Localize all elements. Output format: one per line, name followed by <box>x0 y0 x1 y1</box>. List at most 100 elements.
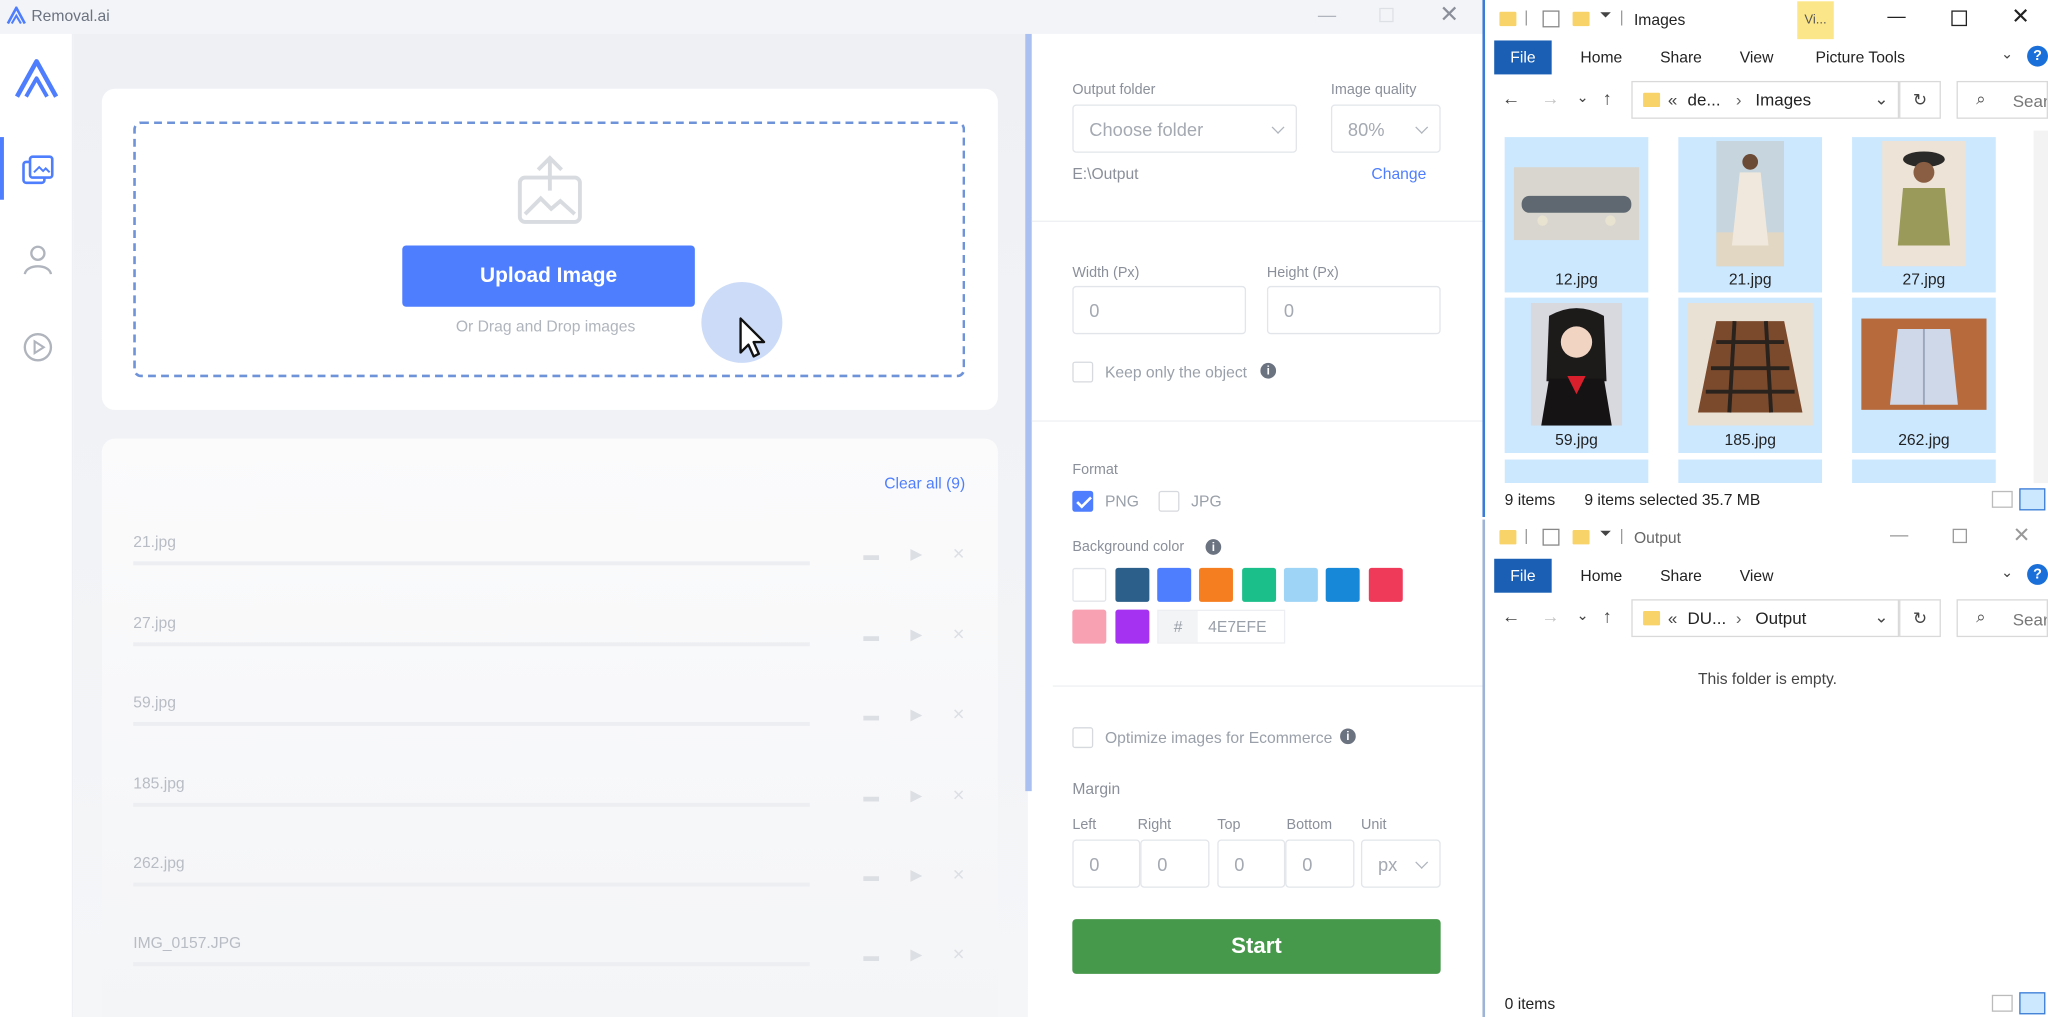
large-icons-view-icon[interactable] <box>2019 488 2046 511</box>
ribbon-share-tab[interactable]: Share <box>1660 48 1702 66</box>
up-arrow-icon[interactable]: ↑ <box>1603 87 1612 108</box>
minimize-button[interactable]: — <box>1318 4 1336 25</box>
format-jpg-checkbox[interactable] <box>1158 490 1180 512</box>
details-view-icon[interactable] <box>1991 994 2013 1012</box>
color-swatch[interactable] <box>1072 567 1107 602</box>
image-quality-select[interactable]: 80% <box>1330 104 1441 153</box>
color-swatch[interactable] <box>1072 609 1107 644</box>
hex-input[interactable]: # 4E7EFE <box>1157 609 1286 644</box>
play-icon[interactable]: ▶ <box>910 945 922 963</box>
search-input[interactable]: ⌕ Search <box>1956 599 2048 638</box>
format-png-checkbox[interactable] <box>1072 490 1094 512</box>
breadcrumb-current[interactable]: Output <box>1755 608 1806 628</box>
ribbon-expand-icon[interactable]: ⌄ <box>2001 564 2013 581</box>
recent-locations-icon[interactable]: ⌄ <box>1576 89 1588 106</box>
remove-icon[interactable]: ✕ <box>952 544 965 562</box>
sidebar-item-video-icon[interactable] <box>22 332 53 363</box>
color-swatch[interactable] <box>1115 609 1150 644</box>
ribbon-view-tab[interactable]: View <box>1740 48 1774 66</box>
ribbon-file-tab[interactable]: File <box>1494 558 1552 593</box>
remove-icon[interactable]: ✕ <box>952 866 965 884</box>
help-icon[interactable]: ? <box>2027 563 2048 585</box>
play-icon[interactable]: ▶ <box>910 705 922 723</box>
info-icon[interactable]: i <box>1205 539 1222 555</box>
breadcrumb-overflow-icon[interactable]: « <box>1668 90 1677 110</box>
thumbnail-item[interactable]: 59.jpg <box>1504 297 1649 454</box>
breadcrumb-parent[interactable]: DU... <box>1688 608 1727 628</box>
breadcrumb-current[interactable]: Images <box>1755 90 1811 110</box>
quick-access-dropdown-icon[interactable]: ⏷ <box>1600 526 1612 543</box>
margin-right-input[interactable]: 0 <box>1140 839 1210 888</box>
ribbon-picture-tools-tab[interactable]: Picture Tools <box>1816 48 1905 66</box>
forward-arrow-icon[interactable]: → <box>1541 87 1559 108</box>
height-input[interactable]: 0 <box>1266 285 1441 335</box>
maximize-button[interactable] <box>1379 7 1394 23</box>
address-bar[interactable]: « DU... › Output ⌄ <box>1631 599 1900 638</box>
help-icon[interactable]: ? <box>2027 45 2048 67</box>
properties-icon[interactable] <box>1542 10 1560 28</box>
margin-left-input[interactable]: 0 <box>1072 839 1141 888</box>
margin-top-input[interactable]: 0 <box>1217 839 1286 888</box>
close-button[interactable]: ✕ <box>1439 1 1459 28</box>
play-icon[interactable]: ▶ <box>910 544 922 562</box>
new-folder-icon[interactable] <box>1572 11 1590 27</box>
play-icon[interactable]: ▶ <box>910 786 922 804</box>
back-arrow-icon[interactable]: ← <box>1502 87 1520 108</box>
properties-icon[interactable] <box>1542 528 1560 546</box>
color-swatch[interactable] <box>1283 567 1318 602</box>
maximize-button[interactable] <box>1951 10 1968 27</box>
info-icon[interactable]: i <box>1340 728 1356 745</box>
clear-all-link[interactable]: Clear all (9) <box>884 474 965 492</box>
open-folder-icon[interactable]: ▬ <box>863 706 879 724</box>
ribbon-view-tab[interactable]: View <box>1740 567 1774 585</box>
ribbon-file-tab[interactable]: File <box>1494 40 1552 75</box>
play-icon[interactable]: ▶ <box>910 866 922 884</box>
breadcrumb-parent[interactable]: de... <box>1688 90 1721 110</box>
ribbon-expand-icon[interactable]: ⌄ <box>2001 46 2013 63</box>
color-swatch[interactable] <box>1199 567 1233 602</box>
keep-object-checkbox[interactable] <box>1072 361 1094 383</box>
thumbnail-item[interactable]: 21.jpg <box>1678 137 1823 293</box>
change-folder-link[interactable]: Change <box>1371 164 1426 182</box>
chevron-down-icon[interactable]: ⌄ <box>1874 89 1888 110</box>
sidebar-item-person-icon[interactable] <box>22 243 56 277</box>
back-arrow-icon[interactable]: ← <box>1502 606 1520 627</box>
width-input[interactable]: 0 <box>1072 285 1247 335</box>
remove-icon[interactable]: ✕ <box>952 786 965 804</box>
thumbnail-item[interactable]: 185.jpg <box>1678 297 1823 454</box>
sidebar-item-images-icon[interactable] <box>21 154 55 188</box>
color-swatch[interactable] <box>1115 567 1150 602</box>
recent-locations-icon[interactable]: ⌄ <box>1576 607 1588 624</box>
open-folder-icon[interactable]: ▬ <box>863 787 879 805</box>
optimize-ecommerce-checkbox[interactable] <box>1072 727 1094 749</box>
new-folder-icon[interactable] <box>1572 530 1590 545</box>
search-input[interactable]: ⌕ Search <box>1956 80 2048 119</box>
thumbnail-item[interactable]: 12.jpg <box>1504 137 1649 293</box>
remove-icon[interactable]: ✕ <box>952 625 965 643</box>
minimize-button[interactable]: — <box>1890 524 1908 545</box>
open-folder-icon[interactable]: ▬ <box>863 867 879 885</box>
forward-arrow-icon[interactable]: → <box>1541 606 1559 627</box>
refresh-button[interactable]: ↻ <box>1899 599 1941 638</box>
address-bar[interactable]: « de... › Images ⌄ <box>1631 80 1900 119</box>
up-arrow-icon[interactable]: ↑ <box>1603 606 1612 627</box>
chevron-down-icon[interactable]: ⌄ <box>1874 607 1888 628</box>
color-swatch[interactable] <box>1242 567 1277 602</box>
color-swatch[interactable] <box>1325 567 1360 602</box>
close-button[interactable]: ✕ <box>2013 522 2031 548</box>
open-folder-icon[interactable]: ▬ <box>863 627 879 645</box>
margin-bottom-input[interactable]: 0 <box>1285 839 1355 888</box>
thumbnail-item[interactable]: 262.jpg <box>1852 297 1996 454</box>
start-button[interactable]: Start <box>1072 919 1441 974</box>
minimize-button[interactable]: — <box>1887 5 1905 26</box>
large-icons-view-icon[interactable] <box>2019 992 2046 1015</box>
close-button[interactable]: ✕ <box>2011 4 2030 30</box>
maximize-button[interactable] <box>1952 528 1968 544</box>
info-icon[interactable]: i <box>1260 362 1277 379</box>
color-swatch[interactable] <box>1157 567 1192 602</box>
ribbon-share-tab[interactable]: Share <box>1660 567 1702 585</box>
color-swatch[interactable] <box>1368 567 1403 602</box>
play-icon[interactable]: ▶ <box>910 625 922 643</box>
manage-context-tab[interactable]: Vi... <box>1797 1 1834 40</box>
explorer-scrollbar[interactable] <box>2033 130 2048 484</box>
